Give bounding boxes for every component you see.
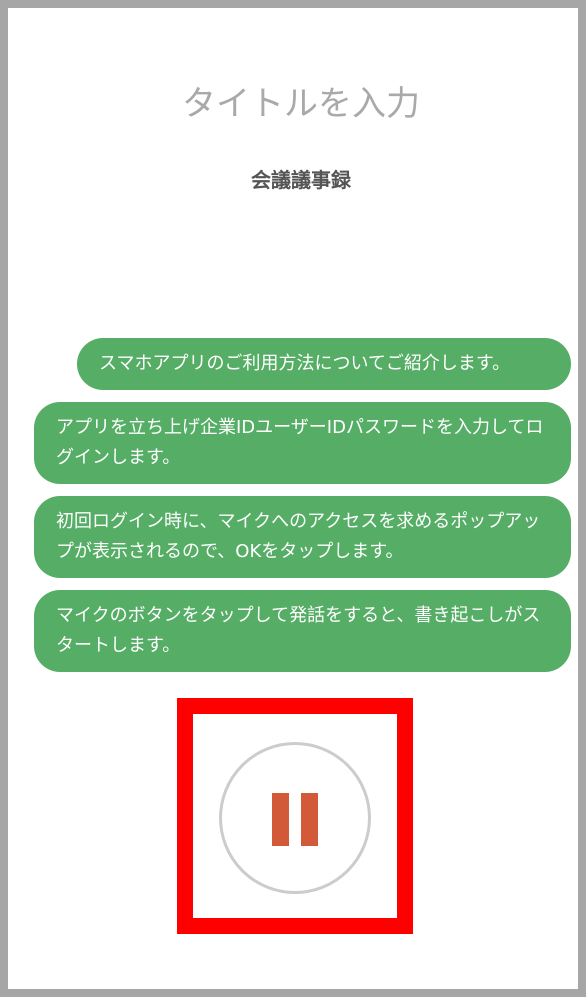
page-subtitle: 会議議事録	[251, 168, 351, 192]
message-bubble: アプリを立ち上げ企業IDユーザーIDパスワードを入力してログインします。	[34, 402, 571, 484]
pause-button[interactable]	[219, 742, 371, 894]
pause-bar-right	[301, 793, 318, 846]
message-bubble: マイクのボタンをタップして発話をすると、書き起こしがスタートします。	[34, 590, 571, 672]
message-bubble: 初回ログイン時に、マイクへのアクセスを求めるポップアップが表示されるので、OKを…	[34, 496, 571, 578]
title-input[interactable]	[48, 76, 554, 132]
pause-bar-left	[272, 793, 289, 846]
message-bubble: スマホアプリのご利用方法についてご紹介します。	[77, 338, 571, 390]
